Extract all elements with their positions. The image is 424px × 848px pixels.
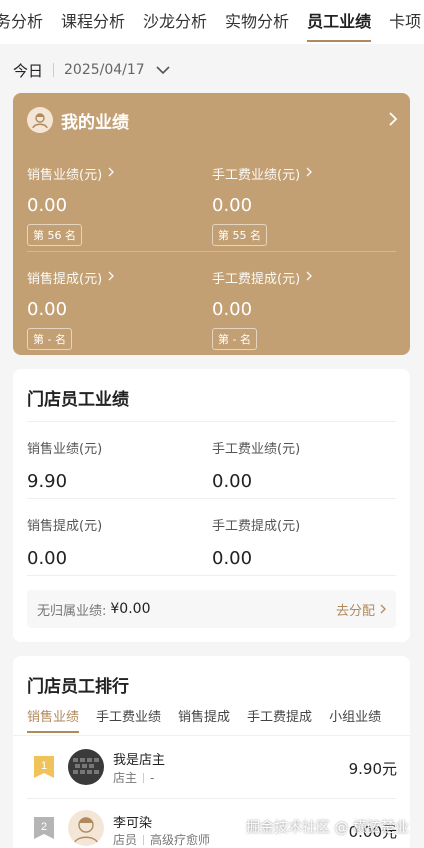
staff-name: 我是店主 [113, 753, 166, 768]
my-sales-performance-value: 0.00 [27, 195, 68, 216]
my-performance-title: 我的业绩 [61, 112, 129, 133]
store-sales-commission-value: 0.00 [27, 548, 68, 569]
divider [27, 251, 396, 252]
tab-staff-performance[interactable]: 员工业绩 [298, 0, 380, 44]
store-performance-card: 门店员工业绩 销售业绩(元) 9.90 手工费业绩(元) 0.00 销售提成(元… [13, 369, 410, 642]
store-handwork-performance: 手工费业绩(元) 0.00 [212, 438, 300, 492]
svg-text:1: 1 [41, 760, 47, 772]
staff-ranking-title: 门店员工排行 [27, 677, 129, 697]
divider [143, 834, 145, 845]
tab-handwork-performance[interactable]: 手工费业绩 [96, 706, 161, 733]
my-sales-commission-value: 0.00 [27, 299, 68, 320]
store-handwork-performance-value: 0.00 [212, 471, 253, 492]
my-performance-card[interactable]: 我的业绩 销售业绩(元) 0.00 第 56 名 手工费业绩(元) 0.00 第… [13, 93, 410, 355]
store-sales-commission-label: 销售提成(元) [27, 519, 103, 534]
staff-role-label: 店主 [113, 771, 138, 785]
rank-2-badge-icon: 2 [34, 817, 54, 839]
staff-title: 高级疗愈师 [150, 833, 211, 847]
avatar [68, 810, 104, 846]
user-avatar-icon [27, 107, 53, 133]
my-sales-commission-label: 销售提成(元) [27, 272, 103, 287]
tab-group-performance[interactable]: 小组业绩 [329, 706, 381, 733]
tab-course-analysis[interactable]: 课程分析 [52, 0, 134, 44]
my-sales-commission[interactable]: 销售提成(元) 0.00 第 - 名 [27, 268, 207, 350]
table-row[interactable]: 1 我是店主 店主 - 9.90元 [13, 736, 410, 798]
staff-name: 李可染 [113, 816, 153, 831]
divider [27, 421, 396, 422]
store-sales-performance-value: 9.90 [27, 471, 68, 492]
chevron-down-icon[interactable] [155, 62, 171, 78]
staff-role: 店员 高级疗愈师 [113, 831, 210, 848]
my-handwork-performance[interactable]: 手工费业绩(元) 0.00 第 55 名 [212, 164, 392, 246]
date-value[interactable]: 2025/04/17 [64, 62, 145, 78]
store-performance-title: 门店员工业绩 [27, 390, 129, 410]
store-sales-performance: 销售业绩(元) 9.90 [27, 438, 102, 492]
store-handwork-commission-label: 手工费提成(元) [212, 519, 301, 534]
my-handwork-commission-label: 手工费提成(元) [212, 272, 301, 287]
ranking-tab-bar: 销售业绩 手工费业绩 销售提成 手工费提成 小组业绩 [27, 706, 398, 733]
date-separator [53, 63, 55, 77]
rank-1-badge-icon: 1 [34, 756, 54, 778]
divider [143, 772, 145, 783]
my-handwork-commission[interactable]: 手工费提成(元) 0.00 第 - 名 [212, 268, 392, 350]
my-sales-performance-label: 销售业绩(元) [27, 168, 103, 183]
staff-role-label: 店员 [113, 833, 138, 847]
top-tab-bar: 务分析 课程分析 沙龙分析 实物分析 员工业绩 卡项 [0, 0, 424, 44]
date-filter[interactable]: 今日 2025/04/17 [0, 44, 424, 96]
unassigned-value: ¥0.00 [110, 601, 151, 617]
watermark: 掘金技术社区 @ 横弦楚业 [246, 820, 409, 836]
my-handwork-commission-value: 0.00 [212, 299, 253, 320]
tab-card-items[interactable]: 卡项 [380, 0, 424, 44]
store-handwork-commission-value: 0.00 [212, 548, 253, 569]
unassigned-performance-bar: 无归属业绩: ¥0.00 去分配 [27, 590, 396, 628]
chevron-right-icon[interactable] [380, 604, 386, 614]
avatar [68, 749, 104, 785]
store-sales-commission: 销售提成(元) 0.00 [27, 515, 102, 569]
chevron-right-icon [306, 166, 313, 181]
tab-salon-analysis[interactable]: 沙龙分析 [134, 0, 216, 44]
rank-badge: 第 - 名 [27, 328, 72, 350]
tab-product-analysis[interactable]: 实物分析 [216, 0, 298, 44]
assign-link-label[interactable]: 去分配 [336, 600, 375, 619]
rank-badge: 第 55 名 [212, 224, 267, 246]
tab-sales-performance[interactable]: 销售业绩 [27, 706, 80, 733]
store-handwork-commission: 手工费提成(元) 0.00 [212, 515, 300, 569]
unassigned-label: 无归属业绩: [37, 603, 107, 619]
my-handwork-performance-value: 0.00 [212, 195, 253, 216]
divider [27, 575, 396, 576]
divider [27, 498, 396, 499]
staff-role: 店主 - [113, 769, 154, 786]
my-handwork-performance-label: 手工费业绩(元) [212, 168, 301, 183]
assign-link[interactable]: 去分配 [336, 600, 386, 619]
chevron-right-icon [306, 270, 313, 285]
rank-badge: 第 56 名 [27, 224, 82, 246]
staff-amount: 9.90元 [348, 760, 397, 778]
date-range-label[interactable]: 今日 [13, 60, 43, 81]
chevron-right-icon[interactable] [389, 111, 398, 130]
store-handwork-performance-label: 手工费业绩(元) [212, 442, 301, 457]
svg-text:2: 2 [41, 821, 47, 833]
my-sales-performance[interactable]: 销售业绩(元) 0.00 第 56 名 [27, 164, 207, 246]
chevron-right-icon [108, 270, 115, 285]
tab-service-analysis[interactable]: 务分析 [0, 0, 52, 44]
tab-handwork-commission[interactable]: 手工费提成 [247, 706, 312, 733]
staff-title: - [150, 770, 155, 785]
store-sales-performance-label: 销售业绩(元) [27, 442, 103, 457]
rank-badge: 第 - 名 [212, 328, 257, 350]
tab-sales-commission[interactable]: 销售提成 [178, 706, 230, 733]
chevron-right-icon [108, 166, 115, 181]
